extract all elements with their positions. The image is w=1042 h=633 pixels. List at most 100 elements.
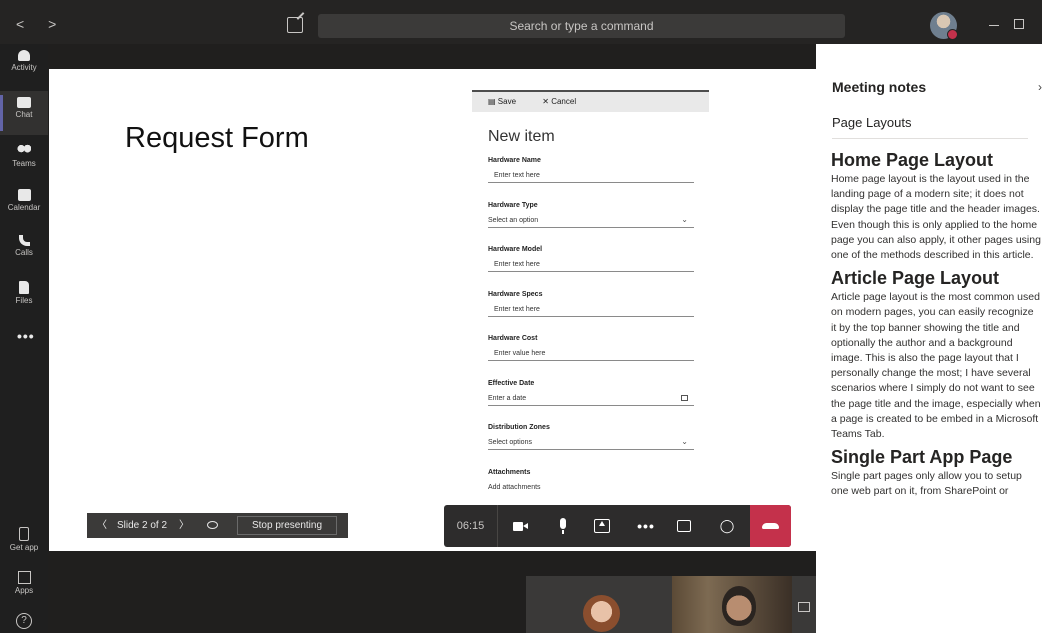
calendar-icon [17, 189, 31, 201]
rail-item-apps[interactable]: Apps [0, 565, 48, 609]
field-attachments: Attachments Add attachments [488, 466, 694, 511]
section-body: Single part pages only allow you to setu… [831, 470, 1022, 498]
field-placeholder: Enter text here [494, 172, 540, 179]
add-attachments-link[interactable]: Add attachments [488, 484, 694, 494]
participant-video[interactable] [672, 576, 792, 633]
call-timer: 06:15 [444, 505, 498, 547]
title-bar: < > Search or type a command [0, 7, 1042, 44]
minimize-button[interactable] [989, 25, 999, 26]
share-screen-icon[interactable] [594, 519, 610, 533]
participants-icon[interactable]: ◯ [718, 517, 736, 535]
presenter-toolbar: 〈 Slide 2 of 2 〉 Stop presenting [87, 513, 348, 538]
rail-item-calls[interactable]: Calls [0, 229, 48, 273]
hardware-type-select[interactable]: Select an option ⌄ [488, 215, 694, 228]
file-icon [19, 281, 29, 294]
field-placeholder: Enter text here [494, 261, 540, 268]
form-toolbar: ▤ Save ✕ Cancel [472, 90, 709, 112]
effective-date-picker[interactable]: Enter a date [488, 394, 694, 406]
field-label: Hardware Name [488, 157, 541, 164]
close-icon[interactable]: › [1038, 80, 1042, 94]
notes-content[interactable]: Home Page Layout Home page layout is the… [831, 150, 1041, 505]
camera-icon[interactable] [512, 517, 530, 535]
section-body: Home page layout is the layout used in t… [831, 173, 1041, 262]
rail-item-teams[interactable]: Teams [0, 137, 48, 181]
field-placeholder: Enter text here [494, 305, 540, 313]
section-heading: Home Page Layout [831, 150, 994, 170]
video-toggle-icon[interactable] [792, 576, 816, 633]
hardware-name-input[interactable]: Enter text here [488, 172, 694, 183]
hardware-specs-input[interactable]: Enter text here [488, 306, 694, 317]
form-title: New item [488, 128, 555, 145]
field-placeholder: Select options [488, 439, 532, 446]
back-forward-arrows[interactable]: < > [16, 16, 66, 32]
app-rail: Activity Chat Teams Calendar Calls Files… [0, 44, 48, 633]
help-button[interactable]: ? [0, 610, 48, 633]
field-distribution-zones: Distribution Zones Select options ⌄ [488, 421, 694, 466]
rail-item-label: Apps [14, 586, 34, 595]
field-label: Effective Date [488, 379, 535, 387]
profile-avatar[interactable] [930, 12, 958, 40]
shared-slide: Request Form ▤ Save ✕ Cancel New item Ha… [49, 69, 816, 551]
field-hardware-name: Hardware Name Enter text here [488, 154, 694, 199]
field-effective-date: Effective Date Enter a date [488, 377, 694, 422]
chat-icon [17, 97, 31, 108]
stop-presenting-button[interactable]: Stop presenting [237, 516, 337, 535]
teams-icon [17, 143, 31, 157]
field-placeholder: Enter value here [494, 350, 546, 357]
hang-up-button[interactable] [750, 505, 791, 547]
rail-item-label: Calendar [7, 203, 41, 212]
eye-icon[interactable] [207, 521, 218, 529]
teams-window: < > Search or type a command Activity Ch… [0, 0, 1042, 633]
bell-icon [18, 50, 30, 61]
rail-item-calendar[interactable]: Calendar [0, 183, 48, 227]
field-placeholder: Select an option [488, 216, 539, 224]
rail-item-chat[interactable]: Chat [0, 91, 48, 135]
chevron-down-icon: ⌄ [681, 437, 688, 446]
more-apps-button[interactable]: ••• [0, 322, 48, 366]
rail-item-label: Activity [11, 63, 37, 72]
phone-icon [18, 235, 30, 246]
participant-video[interactable] [526, 576, 672, 633]
call-controls: 06:15 ••• ◯ [444, 505, 791, 547]
apps-icon [17, 571, 31, 584]
previous-slide-button[interactable]: 〈 [97, 513, 107, 538]
participant-video-strip [526, 576, 816, 633]
save-button[interactable]: ▤ Save [488, 97, 528, 106]
rail-item-label: Get app [9, 543, 39, 552]
search-input[interactable]: Search or type a command [318, 14, 845, 38]
field-hardware-model: Hardware Model Enter text here [488, 243, 694, 288]
hardware-cost-input[interactable]: Enter value here [488, 350, 694, 361]
field-hardware-type: Hardware Type Select an option ⌄ [488, 199, 694, 244]
cancel-label: Cancel [551, 97, 577, 106]
device-icon [19, 527, 29, 541]
conversation-icon[interactable] [677, 520, 691, 532]
field-hardware-cost: Hardware Cost Enter value here [488, 332, 694, 377]
field-hardware-specs: Hardware Specs Enter text here [488, 288, 694, 333]
notes-page-title[interactable]: Page Layouts [832, 115, 912, 130]
cancel-button[interactable]: ✕ Cancel [542, 97, 588, 106]
meeting-notes-panel: Meeting notes › Page Layouts Home Page L… [816, 44, 1042, 633]
rail-item-label: Calls [15, 248, 33, 257]
more-icon: ••• [17, 328, 35, 344]
help-icon: ? [16, 613, 32, 629]
microphone-icon[interactable] [554, 517, 572, 535]
more-options-icon[interactable]: ••• [637, 517, 655, 535]
field-label: Attachments [488, 468, 531, 476]
divider [832, 138, 1028, 139]
section-heading: Single Part App Page [831, 447, 1013, 468]
hardware-model-input[interactable]: Enter text here [488, 261, 694, 272]
rail-item-label: Files [15, 296, 33, 305]
field-label: Hardware Type [488, 201, 538, 209]
distribution-zones-select[interactable]: Select options ⌄ [488, 437, 694, 450]
maximize-button[interactable] [1014, 19, 1024, 29]
next-slide-button[interactable]: 〉 [179, 513, 189, 538]
rail-item-get-app[interactable]: Get app [0, 521, 48, 565]
request-form: ▤ Save ✕ Cancel New item Hardware Name E… [472, 90, 709, 551]
rail-item-activity[interactable]: Activity [0, 44, 48, 88]
field-label: Hardware Specs [488, 290, 543, 298]
rail-item-files[interactable]: Files [0, 275, 48, 319]
field-label: Hardware Model [488, 246, 543, 253]
new-chat-icon[interactable] [287, 17, 303, 33]
slide-title: Request Form [125, 122, 309, 154]
calendar-icon [681, 394, 688, 401]
